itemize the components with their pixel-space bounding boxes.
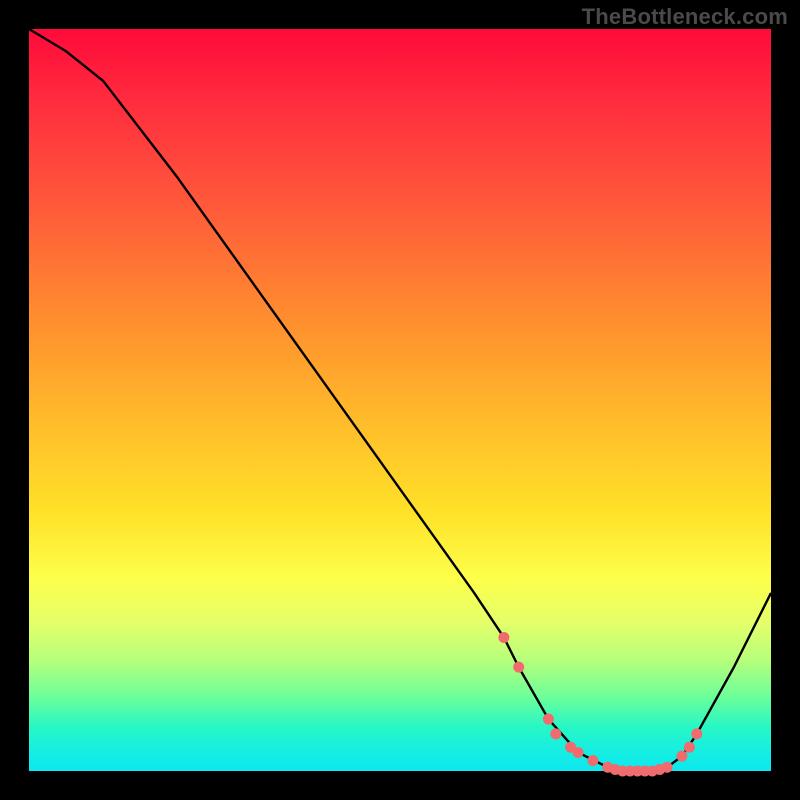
plot-area xyxy=(29,29,771,771)
highlight-dots xyxy=(498,632,702,777)
highlight-dot xyxy=(550,728,561,739)
highlight-dot xyxy=(573,747,584,758)
highlight-dot xyxy=(676,751,687,762)
highlight-dot xyxy=(543,714,554,725)
highlight-dot xyxy=(513,662,524,673)
plot-svg xyxy=(29,29,771,771)
highlight-dot xyxy=(684,742,695,753)
chart-frame: TheBottleneck.com xyxy=(0,0,800,800)
curve-line xyxy=(29,29,771,771)
highlight-dot xyxy=(691,728,702,739)
highlight-dot xyxy=(498,632,509,643)
highlight-dot xyxy=(587,755,598,766)
watermark-text: TheBottleneck.com xyxy=(582,4,788,30)
highlight-dot xyxy=(662,762,673,773)
